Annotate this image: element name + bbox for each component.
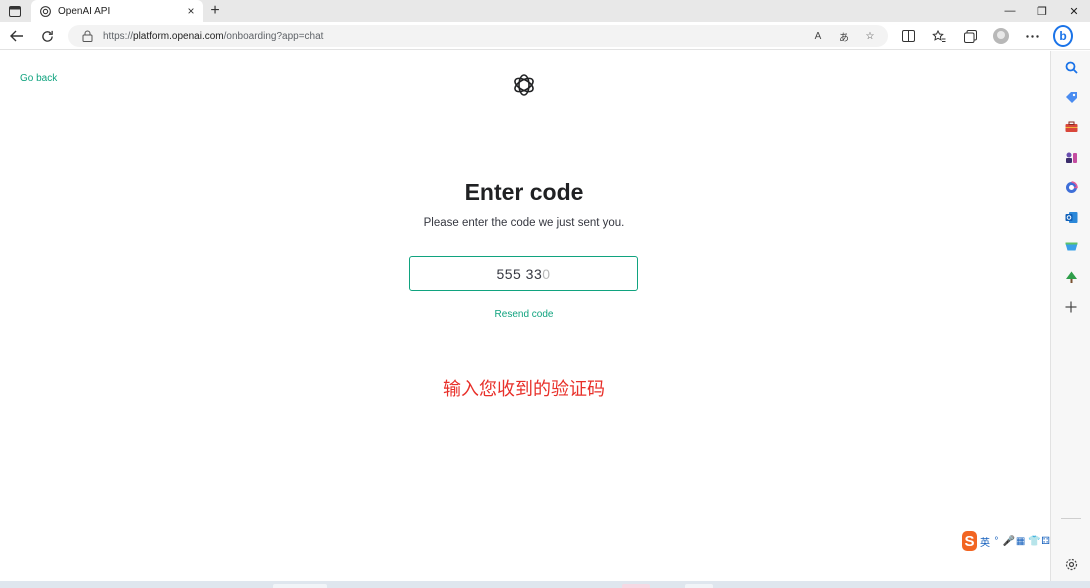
openai-favicon-icon: [40, 5, 51, 17]
ime-lang-toggle[interactable]: 英: [980, 534, 990, 549]
toolbar-right: b: [898, 25, 1073, 47]
sogou-logo-icon[interactable]: S: [962, 531, 978, 551]
settings-gear-icon[interactable]: [1063, 556, 1079, 572]
favorites-icon[interactable]: [929, 26, 949, 46]
page-title: Enter code: [464, 179, 584, 205]
tab-actions-icon[interactable]: [6, 3, 24, 19]
avatar: [993, 28, 1009, 44]
ime-keyboard-icon[interactable]: ▦: [1016, 536, 1025, 547]
new-tab-button[interactable]: +: [206, 1, 224, 21]
tab-title: OpenAI API: [58, 5, 111, 17]
taskbar-strip: [0, 581, 1090, 588]
lock-icon[interactable]: [82, 30, 93, 42]
edge-sidebar: [1050, 51, 1090, 581]
favorite-star-icon[interactable]: ☆: [862, 31, 878, 42]
ime-toolbar: S 英 ° 🎤 ▦ 👕 ⚃: [962, 530, 1050, 552]
outlook-icon[interactable]: [1063, 209, 1079, 225]
office-icon[interactable]: [1063, 179, 1079, 195]
restore-icon[interactable]: ❐: [1026, 0, 1058, 22]
search-icon[interactable]: [1063, 59, 1079, 75]
ime-punct-icon[interactable]: °: [993, 536, 1000, 547]
ime-menu-icon[interactable]: ⚃: [1041, 536, 1050, 547]
browser-tab[interactable]: OpenAI API ×: [31, 0, 203, 22]
profile-avatar[interactable]: [991, 26, 1011, 46]
bing-label: b: [1053, 25, 1073, 47]
tab-close-icon[interactable]: ×: [185, 5, 197, 17]
resend-code-link[interactable]: Resend code: [0, 309, 1048, 320]
browser-toolbar: https://platform.openai.com/onboarding?a…: [0, 22, 1090, 50]
url-host: platform.openai.com: [133, 30, 224, 42]
split-screen-icon[interactable]: [898, 26, 918, 46]
verification-code-input[interactable]: 555 33 0: [409, 256, 638, 291]
sidebar-divider: [1061, 518, 1081, 519]
ime-skin-icon[interactable]: 👕: [1028, 536, 1040, 547]
tools-briefcase-icon[interactable]: [1063, 119, 1079, 135]
refresh-icon[interactable]: [38, 27, 56, 45]
go-back-link[interactable]: Go back: [20, 73, 57, 84]
address-bar[interactable]: https://platform.openai.com/onboarding?a…: [68, 25, 888, 47]
code-value: 555 33: [496, 265, 543, 282]
url-path: /onboarding?app=chat: [223, 30, 324, 42]
window-controls: — ❐ ✕: [994, 0, 1090, 22]
close-window-icon[interactable]: ✕: [1058, 0, 1090, 22]
taskbar-item[interactable]: [273, 584, 327, 588]
taskbar-item[interactable]: [622, 584, 650, 588]
taskbar-item[interactable]: [685, 584, 713, 588]
minimize-icon[interactable]: —: [994, 0, 1026, 22]
read-aloud-icon[interactable]: A: [810, 31, 826, 42]
ime-mic-icon[interactable]: 🎤: [1003, 536, 1015, 547]
annotation-text: 输入您收到的验证码: [443, 379, 605, 400]
code-placeholder: 0: [542, 265, 551, 282]
translate-icon[interactable]: あ: [836, 29, 852, 44]
back-arrow-icon[interactable]: [8, 27, 26, 45]
address-bar-icons: A あ ☆: [810, 28, 878, 44]
url-text: https://platform.openai.com/onboarding?a…: [103, 31, 323, 42]
drop-icon[interactable]: [1063, 239, 1079, 255]
games-icon[interactable]: [1063, 149, 1079, 165]
bing-copilot-icon[interactable]: b: [1053, 25, 1073, 47]
tree-icon[interactable]: [1063, 269, 1079, 285]
add-sidebar-icon[interactable]: [1063, 299, 1079, 315]
url-prefix: https://: [103, 30, 134, 42]
page-content: Go back Enter code Please enter the code…: [0, 51, 1050, 581]
page-subtitle: Please enter the code we just sent you.: [423, 217, 625, 229]
shopping-tag-icon[interactable]: [1063, 89, 1079, 105]
more-options-icon[interactable]: [1022, 26, 1042, 46]
collections-icon[interactable]: [960, 26, 980, 46]
openai-logo-icon: [514, 74, 534, 96]
browser-tab-bar: OpenAI API × + — ❐ ✕: [0, 0, 1090, 22]
